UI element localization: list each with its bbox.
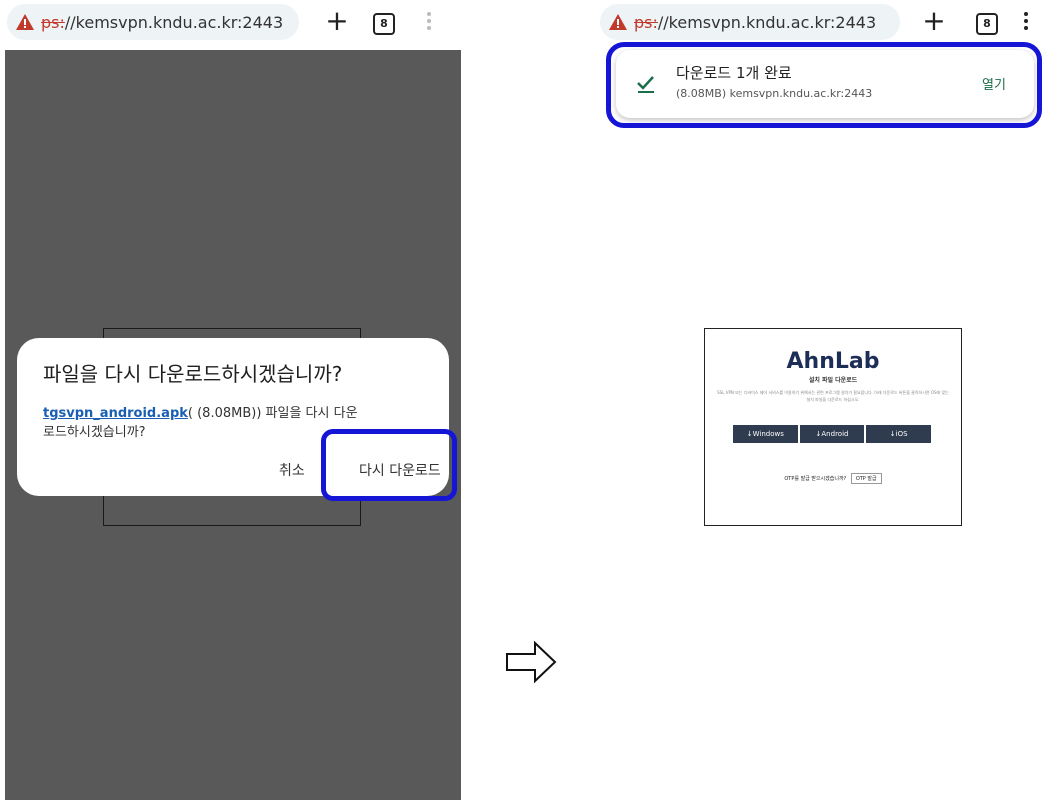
dialog-title: 파일을 다시 다운로드하시겠습니까? — [43, 362, 343, 386]
dimmed-page-overlay: 파일을 다시 다운로드하시겠습니까? tgsvpn_android.apk( (… — [5, 50, 461, 800]
ios-download-button[interactable]: ↓iOS — [866, 425, 932, 443]
notification-highlight-box — [606, 42, 1042, 128]
browser-toolbar: ps: //kemsvpn.kndu.ac.kr:2443 + 8 — [5, 0, 461, 48]
url-host: //kemsvpn.kndu.ac.kr:2443 — [657, 12, 877, 32]
file-name-link[interactable]: tgsvpn_android.apk — [43, 406, 188, 421]
not-secure-warning-icon[interactable] — [15, 13, 35, 31]
install-description: SSL VPN 또는 디바이스 제어 서비스를 이용하기 위해서는 관련 프로그… — [717, 390, 949, 402]
url-scheme: ps: — [41, 12, 65, 32]
redownload-highlight-box — [321, 429, 457, 501]
otp-row: OTP를 발급 받으시겠습니까? OTP 발급 — [705, 473, 961, 484]
cancel-button[interactable]: 취소 — [279, 460, 305, 480]
more-menu-icon[interactable] — [425, 10, 433, 34]
not-secure-warning-icon[interactable] — [608, 13, 628, 31]
tab-switcher-button[interactable]: 8 — [976, 13, 998, 35]
browser-toolbar: ps: //kemsvpn.kndu.ac.kr:2443 + 8 — [598, 0, 1048, 48]
windows-download-button[interactable]: ↓Windows — [733, 425, 798, 443]
android-download-button[interactable]: ↓Android — [799, 425, 865, 443]
otp-issue-button[interactable]: OTP 발급 — [850, 473, 882, 484]
url-scheme: ps: — [634, 12, 658, 32]
dialog-message: tgsvpn_android.apk( (8.08MB)) 파일을 다시 다운로… — [43, 404, 363, 442]
url-host: //kemsvpn.kndu.ac.kr:2443 — [64, 12, 284, 32]
otp-question: OTP를 발급 받으시겠습니까? — [784, 476, 847, 482]
ahnlab-logo: AhnLab — [786, 349, 880, 374]
address-bar[interactable]: ps: //kemsvpn.kndu.ac.kr:2443 — [7, 4, 299, 40]
right-arrow-icon — [506, 640, 557, 684]
new-tab-plus-icon[interactable]: + — [323, 7, 351, 36]
left-phone-screen: ps: //kemsvpn.kndu.ac.kr:2443 + 8 파일을 다시… — [5, 0, 461, 800]
right-phone-screen: ps: //kemsvpn.kndu.ac.kr:2443 + 8 다운로드 1… — [598, 0, 1048, 800]
more-menu-icon[interactable] — [1022, 10, 1030, 34]
tab-switcher-button[interactable]: 8 — [373, 13, 395, 35]
address-bar[interactable]: ps: //kemsvpn.kndu.ac.kr:2443 — [600, 4, 900, 40]
install-file-download-heading: 설치 파일 다운로드 — [808, 377, 858, 384]
ahnlab-download-page: AhnLab 설치 파일 다운로드 SSL VPN 또는 디바이스 제어 서비스… — [704, 328, 962, 526]
download-notification-area: 다운로드 1개 완료 (8.08MB) kemsvpn.kndu.ac.kr:2… — [606, 42, 1042, 128]
new-tab-plus-icon[interactable]: + — [920, 7, 948, 36]
os-download-buttons: ↓Windows ↓Android ↓iOS — [733, 425, 932, 443]
